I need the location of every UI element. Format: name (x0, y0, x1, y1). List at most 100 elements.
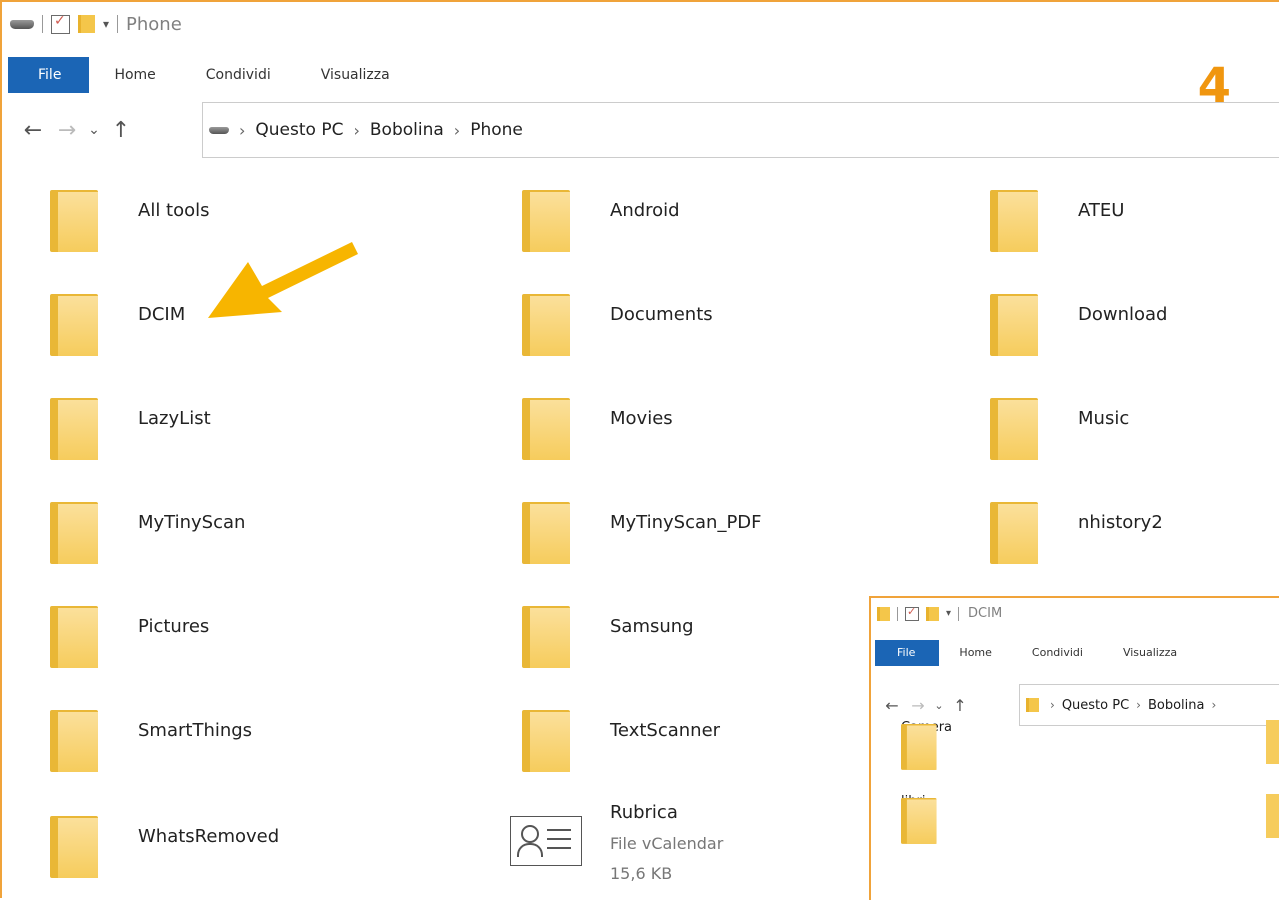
separator (117, 15, 119, 33)
title-bar: ▾ DCIM (877, 605, 1003, 621)
tab-home[interactable]: Home (89, 57, 180, 93)
folder-item[interactable]: MyTinyScan_PDF (522, 494, 922, 574)
chevron-right-icon: › (453, 120, 461, 140)
folder-item[interactable]: Movies (522, 390, 922, 470)
ribbon-tabs: File Home Condividi Visualizza (2, 57, 1279, 93)
folder-icon (50, 606, 100, 668)
properties-icon[interactable] (905, 605, 919, 621)
item-label: Music (1078, 408, 1130, 429)
title-bar: ▾ Phone (2, 2, 1279, 46)
folder-icon (50, 294, 100, 356)
folder-icon (522, 398, 572, 460)
tab-view[interactable]: Visualizza (296, 57, 415, 93)
tab-file[interactable]: File (875, 640, 940, 666)
folder-icon (1266, 794, 1279, 838)
item-label: MyTinyScan (138, 512, 246, 533)
tab-home[interactable]: Home (939, 640, 1011, 666)
folder-item[interactable]: Download (990, 286, 1279, 366)
chevron-down-icon[interactable]: ⌄ (931, 699, 947, 712)
new-folder-icon[interactable] (926, 606, 939, 621)
folder-item[interactable]: Samsung (522, 598, 922, 678)
folder-icon (522, 606, 572, 668)
folder-item[interactable]: MyTinyScan (50, 494, 450, 574)
pointer-arrow-icon (208, 242, 358, 318)
chevron-down-icon[interactable]: ▾ (103, 17, 109, 31)
tab-view[interactable]: Visualizza (1103, 640, 1197, 666)
forward-arrow-icon[interactable]: → (50, 118, 84, 143)
tab-share[interactable]: Condividi (1012, 640, 1103, 666)
chevron-right-icon: › (1211, 698, 1217, 712)
up-arrow-icon[interactable]: ↑ (104, 118, 138, 143)
folder-icon (50, 816, 100, 878)
quick-access-toolbar: ▾ (10, 13, 119, 34)
folder-icon (901, 724, 938, 770)
chevron-right-icon: › (353, 120, 360, 140)
back-arrow-icon[interactable]: ← (16, 118, 50, 143)
item-label: Android (610, 200, 680, 221)
folder-item[interactable]: ATEU (990, 182, 1279, 262)
file-item[interactable]: Rubrica File vCalendar 15,6 KB (510, 792, 922, 902)
item-label: SmartThings (138, 720, 253, 741)
breadcrumb-item[interactable]: Questo PC (255, 120, 343, 140)
separator (897, 606, 898, 621)
folder-item[interactable]: Music (990, 390, 1279, 470)
folder-item[interactable]: Camera (901, 716, 1279, 776)
back-arrow-icon[interactable]: ← (879, 696, 905, 715)
folder-item[interactable]: Pictures (50, 598, 450, 678)
folder-icon (522, 502, 572, 564)
folder-item[interactable]: LazyList (50, 390, 450, 470)
chevron-down-icon[interactable]: ⌄ (84, 122, 104, 138)
tab-file[interactable]: File (8, 57, 90, 93)
chevron-right-icon: › (1136, 698, 1141, 712)
folder-icon (50, 502, 100, 564)
folder-icon (50, 398, 100, 460)
navigation-bar: ← → ⌄ ↑ › Questo PC › Bobolina › Phone (2, 102, 1279, 158)
folder-item[interactable]: Android (522, 182, 922, 262)
folder-icon (50, 190, 100, 252)
drive-icon (209, 126, 229, 134)
address-bar[interactable]: › Questo PC › Bobolina › Phone (202, 102, 1279, 158)
item-label: Documents (610, 304, 713, 325)
folder-item[interactable]: libri (901, 790, 1279, 850)
folder-item[interactable]: nhistory2 (990, 494, 1279, 574)
drive-icon (10, 19, 34, 29)
folder-icon (1266, 720, 1279, 764)
breadcrumb-item[interactable]: Bobolina (370, 120, 444, 140)
chevron-right-icon: › (1050, 698, 1055, 712)
file-type: File vCalendar (610, 834, 724, 853)
folder-icon (990, 190, 1040, 252)
chevron-down-icon[interactable]: ▾ (946, 608, 951, 619)
item-label: Movies (610, 408, 673, 429)
new-folder-icon[interactable] (78, 15, 95, 33)
folder-item[interactable]: SmartThings (50, 702, 450, 782)
contact-card-icon (510, 816, 582, 866)
item-label: Samsung (610, 616, 694, 637)
breadcrumb-item[interactable]: Phone (470, 120, 523, 140)
folder-icon (522, 190, 572, 252)
up-arrow-icon[interactable]: ↑ (947, 696, 973, 715)
item-label: TextScanner (610, 720, 721, 741)
dcim-window: ▾ DCIM File Home Condividi Visualizza ← … (869, 596, 1279, 900)
folder-icon (1026, 698, 1039, 712)
forward-arrow-icon[interactable]: → (905, 696, 931, 715)
separator (42, 15, 43, 33)
tab-share[interactable]: Condividi (181, 57, 296, 93)
folder-icon (990, 294, 1040, 356)
folder-icon (990, 502, 1040, 564)
folder-icon (990, 398, 1040, 460)
folder-item[interactable]: WhatsRemoved (50, 808, 450, 888)
breadcrumb-item[interactable]: Bobolina (1148, 698, 1205, 713)
window-title: DCIM (968, 606, 1003, 621)
folder-item[interactable]: Documents (522, 286, 922, 366)
ribbon-tabs: File Home Condividi Visualizza (871, 640, 1279, 666)
item-label: nhistory2 (1078, 512, 1163, 533)
folder-item[interactable]: TextScanner (522, 702, 922, 782)
window-title: Phone (126, 13, 182, 35)
folder-icon (877, 606, 890, 621)
breadcrumb-item[interactable]: Questo PC (1062, 698, 1129, 713)
item-label: Download (1078, 304, 1168, 325)
item-label: All tools (138, 200, 210, 221)
properties-icon[interactable] (51, 13, 70, 34)
folder-icon (522, 294, 572, 356)
item-label: WhatsRemoved (138, 826, 280, 847)
